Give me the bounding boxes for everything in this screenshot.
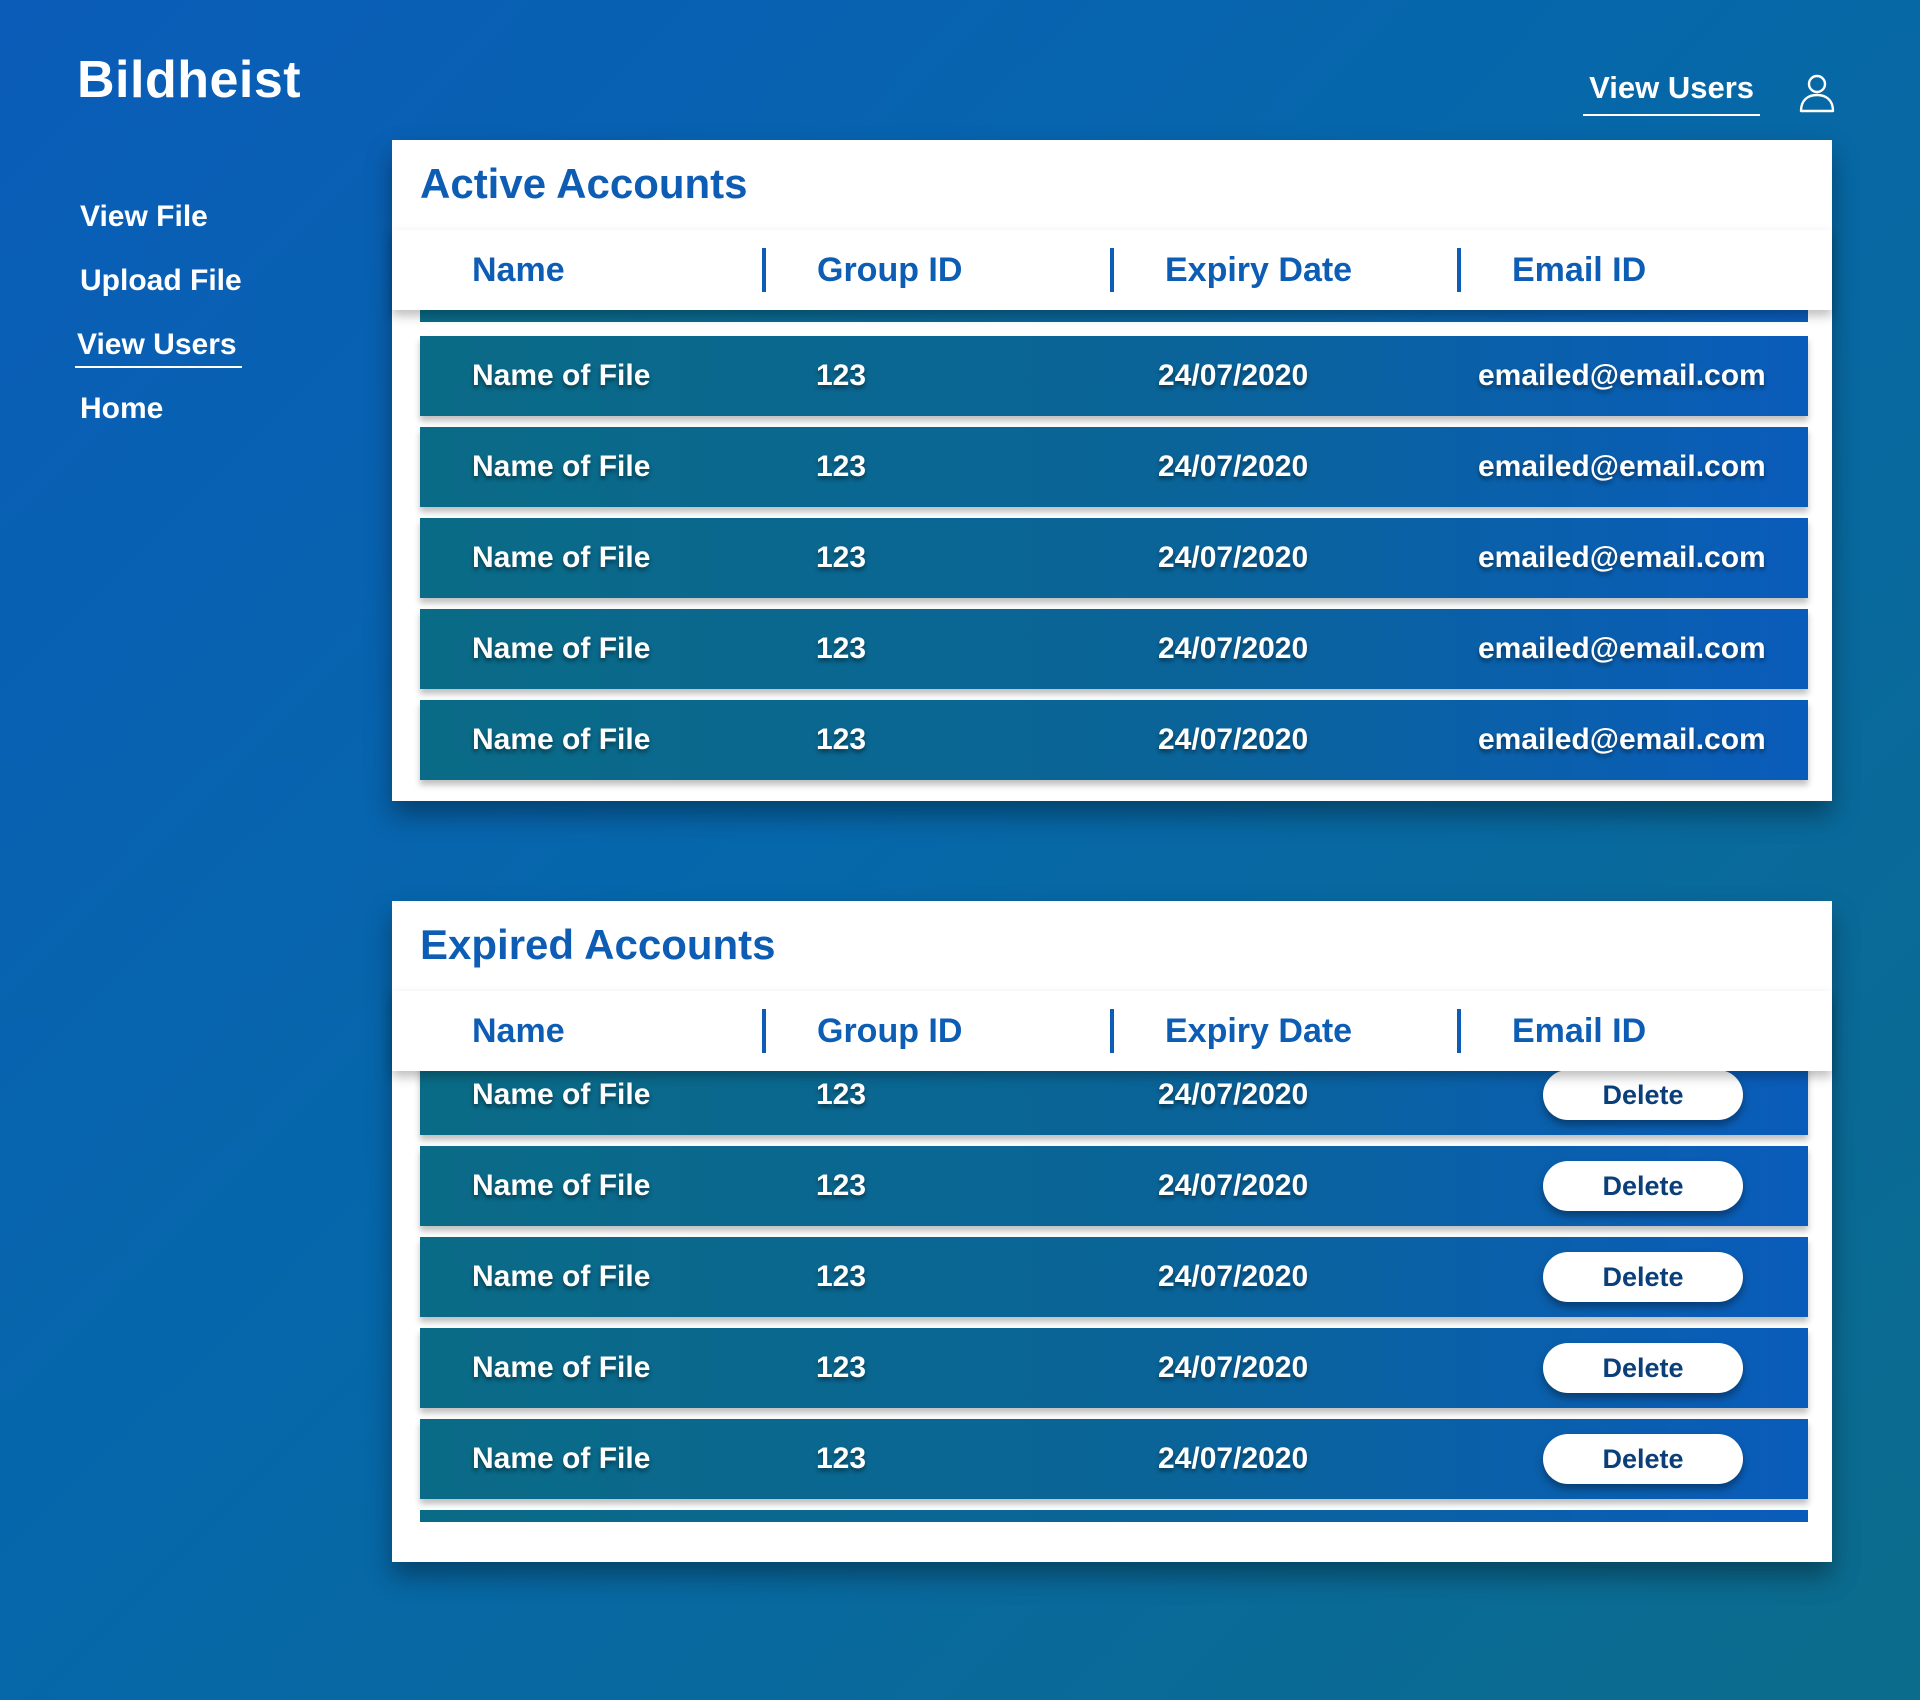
sidebar-item-view-file[interactable]: View File (80, 200, 242, 264)
cell-group-id: 123 (816, 723, 867, 756)
cell-email: emailed@email.com (1478, 541, 1766, 574)
cell-group-id: 123 (816, 1442, 867, 1475)
user-icon[interactable] (1798, 73, 1836, 113)
table-header: Name Group ID Expiry Date Email ID (392, 230, 1832, 310)
cell-group-id: 123 (816, 1351, 867, 1384)
cell-name: Name of File (472, 359, 651, 392)
column-divider (762, 248, 766, 292)
sidebar-item-label: View Users (75, 328, 242, 368)
cell-expiry-date: 24/07/2020 (1158, 1260, 1309, 1293)
app-logo: Bildheist (77, 51, 302, 109)
scrolled-row-edge (420, 1510, 1808, 1522)
top-view-users-link[interactable]: View Users (1583, 70, 1760, 116)
sidebar-item-home[interactable]: Home (80, 392, 242, 456)
column-divider (1110, 1009, 1114, 1053)
table-row[interactable]: Name of File 123 24/07/2020 Delete (420, 1419, 1808, 1499)
column-header-expiry-date[interactable]: Expiry Date (1165, 230, 1352, 310)
sidebar: View File Upload File View Users Home (75, 200, 242, 456)
active-accounts-title: Active Accounts (420, 160, 748, 207)
cell-expiry-date: 24/07/2020 (1158, 1351, 1309, 1384)
cell-expiry-date: 24/07/2020 (1158, 1442, 1309, 1475)
cell-group-id: 123 (816, 1169, 867, 1202)
column-header-name[interactable]: Name (472, 991, 565, 1071)
cell-group-id: 123 (816, 450, 867, 483)
cell-email: emailed@email.com (1478, 359, 1766, 392)
cell-name: Name of File (472, 541, 651, 574)
delete-button[interactable]: Delete (1543, 1252, 1743, 1302)
cell-group-id: 123 (816, 1260, 867, 1293)
cell-name: Name of File (472, 1169, 651, 1202)
table-row[interactable]: Name of File 123 24/07/2020 Delete (420, 1146, 1808, 1226)
cell-expiry-date: 24/07/2020 (1158, 632, 1309, 665)
cell-name: Name of File (472, 1442, 651, 1475)
cell-email: emailed@email.com (1478, 450, 1766, 483)
cell-group-id: 123 (816, 632, 867, 665)
column-header-group-id[interactable]: Group ID (817, 230, 962, 310)
cell-expiry-date: 24/07/2020 (1158, 450, 1309, 483)
column-divider (1457, 248, 1461, 292)
cell-expiry-date: 24/07/2020 (1158, 1169, 1309, 1202)
cell-name: Name of File (472, 450, 651, 483)
sidebar-item-label: Upload File (80, 264, 242, 297)
column-header-email-id[interactable]: Email ID (1512, 991, 1646, 1071)
cell-group-id: 123 (816, 359, 867, 392)
column-divider (1110, 248, 1114, 292)
expired-accounts-title: Expired Accounts (420, 921, 776, 968)
table-row[interactable]: Name of File 123 24/07/2020 emailed@emai… (420, 700, 1808, 780)
table-row[interactable]: Name of File 123 24/07/2020 emailed@emai… (420, 609, 1808, 689)
table-row[interactable]: Name of File 123 24/07/2020 emailed@emai… (420, 336, 1808, 416)
cell-expiry-date: 24/07/2020 (1158, 541, 1309, 574)
column-header-email-id[interactable]: Email ID (1512, 230, 1646, 310)
table-row[interactable]: Name of File 123 24/07/2020 emailed@emai… (420, 518, 1808, 598)
cell-email: emailed@email.com (1478, 632, 1766, 665)
delete-button[interactable]: Delete (1543, 1434, 1743, 1484)
scrolled-row-edge (420, 310, 1808, 322)
cell-name: Name of File (472, 1351, 651, 1384)
table-row[interactable]: Name of File 123 24/07/2020 Delete (420, 1237, 1808, 1317)
table-row[interactable]: Name of File 123 24/07/2020 emailed@emai… (420, 427, 1808, 507)
top-nav: View Users (1583, 70, 1836, 116)
column-header-group-id[interactable]: Group ID (817, 991, 962, 1071)
cell-email: emailed@email.com (1478, 723, 1766, 756)
cell-name: Name of File (472, 723, 651, 756)
cell-group-id: 123 (816, 541, 867, 574)
cell-name: Name of File (472, 632, 651, 665)
table-header: Name Group ID Expiry Date Email ID (392, 991, 1832, 1071)
cell-expiry-date: 24/07/2020 (1158, 359, 1309, 392)
column-header-expiry-date[interactable]: Expiry Date (1165, 991, 1352, 1071)
sidebar-item-label: Home (80, 392, 164, 425)
table-row[interactable]: Name of File 123 24/07/2020 Delete (420, 1328, 1808, 1408)
cell-name: Name of File (472, 1260, 651, 1293)
delete-button[interactable]: Delete (1543, 1070, 1743, 1120)
sidebar-item-view-users[interactable]: View Users (75, 328, 242, 392)
sidebar-item-label: View File (80, 200, 208, 233)
cell-expiry-date: 24/07/2020 (1158, 723, 1309, 756)
expired-accounts-panel: Expired Accounts Name Group ID Expiry Da… (392, 901, 1832, 1562)
sidebar-item-upload-file[interactable]: Upload File (80, 264, 242, 328)
column-header-name[interactable]: Name (472, 230, 565, 310)
delete-button[interactable]: Delete (1543, 1343, 1743, 1393)
column-divider (1457, 1009, 1461, 1053)
delete-button[interactable]: Delete (1543, 1161, 1743, 1211)
active-accounts-panel: Active Accounts Name Group ID Expiry Dat… (392, 140, 1832, 801)
column-divider (762, 1009, 766, 1053)
